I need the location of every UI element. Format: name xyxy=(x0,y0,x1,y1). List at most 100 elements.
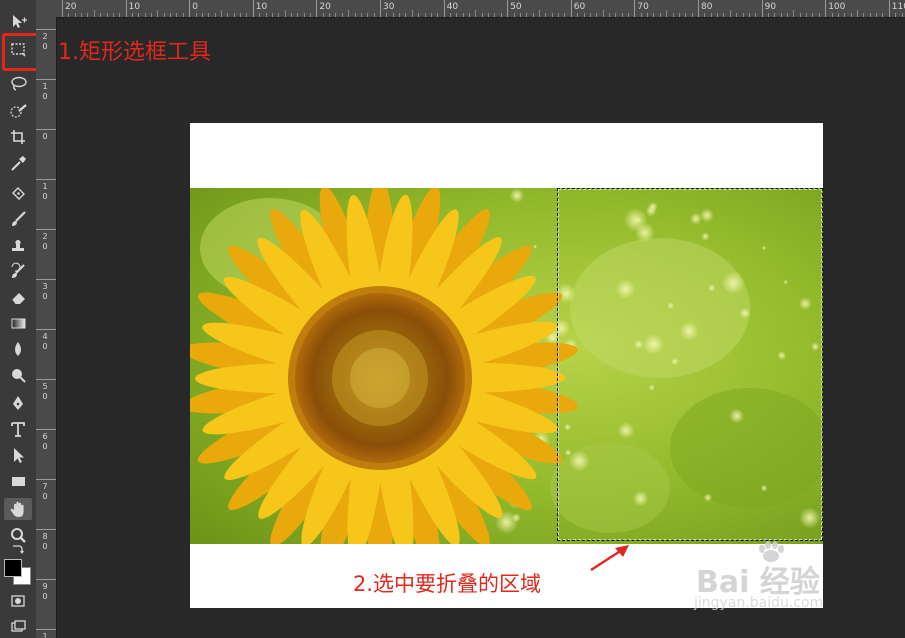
ruler-label: 0 xyxy=(42,592,48,601)
ruler-tick xyxy=(761,0,763,17)
swap-colors-button[interactable] xyxy=(4,538,32,560)
ruler-minor-tick xyxy=(456,13,458,17)
eraser-tool-button[interactable] xyxy=(4,286,32,308)
ruler-minor-tick xyxy=(882,13,884,17)
ruler-minor-tick xyxy=(653,13,655,17)
ruler-minor-tick xyxy=(399,13,401,17)
ruler-minor-tick xyxy=(844,13,846,17)
ruler-minor-tick xyxy=(577,13,579,17)
ruler-label: 0 xyxy=(42,442,48,451)
ruler-minor-tick xyxy=(81,13,83,17)
screen-mode-button[interactable] xyxy=(4,616,32,638)
ruler-label: 2 xyxy=(42,232,48,241)
foreground-color-swatch[interactable] xyxy=(4,559,22,577)
bokeh-light xyxy=(509,188,525,203)
ruler-minor-tick xyxy=(876,13,878,17)
bokeh-light xyxy=(533,244,538,249)
ruler-minor-tick xyxy=(93,10,95,17)
ruler-minor-tick xyxy=(246,13,248,17)
ruler-minor-tick xyxy=(112,13,114,17)
vertical-ruler[interactable]: 2010010203040506070809010 xyxy=(36,17,57,638)
spot-healing-tool-button[interactable] xyxy=(4,182,32,204)
clone-stamp-tool-button[interactable] xyxy=(4,234,32,256)
pen-icon xyxy=(13,396,23,410)
ruler-minor-tick xyxy=(119,13,121,17)
ruler-minor-tick xyxy=(449,13,451,17)
ruler-minor-tick xyxy=(278,13,280,17)
ruler-minor-tick xyxy=(793,10,795,17)
ruler-label: 10 xyxy=(255,2,268,12)
ruler-minor-tick xyxy=(736,13,738,17)
ruler-tick xyxy=(36,179,56,180)
ruler-minor-tick xyxy=(685,13,687,17)
ruler-minor-tick xyxy=(259,13,261,17)
ruler-minor-tick xyxy=(806,13,808,17)
quick-mask-icon xyxy=(11,595,25,607)
ruler-minor-tick xyxy=(367,13,369,17)
ruler-label: 0 xyxy=(42,42,48,51)
horizontal-ruler[interactable]: 20100102030405060708090100110 xyxy=(56,0,905,18)
ruler-label: 0 xyxy=(42,132,48,141)
path-selection-tool-button[interactable] xyxy=(4,444,32,466)
ruler-origin[interactable] xyxy=(36,0,57,18)
ruler-label: 7 xyxy=(42,482,48,491)
ruler-minor-tick xyxy=(240,13,242,17)
ruler-label: 5 xyxy=(42,382,48,391)
ruler-minor-tick xyxy=(157,10,159,17)
ruler-minor-tick xyxy=(360,13,362,17)
quick-mask-button[interactable] xyxy=(4,590,32,612)
eraser-icon xyxy=(11,293,25,305)
ruler-minor-tick xyxy=(850,13,852,17)
gradient-tool-button[interactable] xyxy=(4,312,32,334)
ruler-label: 2 xyxy=(42,32,48,41)
ruler-minor-tick xyxy=(602,10,604,17)
ruler-label: 90 xyxy=(764,2,777,12)
ruler-minor-tick xyxy=(68,13,70,17)
ruler-label: 80 xyxy=(701,2,713,12)
ruler-tick xyxy=(189,0,191,17)
dodge-tool-button[interactable] xyxy=(4,364,32,386)
lasso-tool-button[interactable] xyxy=(4,72,32,94)
history-brush-tool-button[interactable] xyxy=(4,260,32,282)
ruler-minor-tick xyxy=(901,13,903,17)
ruler-minor-tick xyxy=(424,13,426,17)
crop-tool-button[interactable] xyxy=(4,126,32,148)
hand-icon xyxy=(10,501,24,517)
ruler-minor-tick xyxy=(233,13,235,17)
type-icon xyxy=(11,422,25,437)
lasso-icon xyxy=(11,76,27,91)
ruler-tick xyxy=(36,479,56,480)
rectangle-tool-button[interactable] xyxy=(4,470,32,492)
ruler-minor-tick xyxy=(411,10,413,17)
eyedropper-tool-button[interactable] xyxy=(4,152,32,174)
ruler-tick xyxy=(36,29,56,30)
ruler-label: 8 xyxy=(42,532,48,541)
ruler-minor-tick xyxy=(869,13,871,17)
ruler-minor-tick xyxy=(640,13,642,17)
ruler-minor-tick xyxy=(106,13,108,17)
ruler-tick xyxy=(380,0,381,17)
ruler-label: 1 xyxy=(42,632,48,638)
pen-tool-button[interactable] xyxy=(4,392,32,414)
ruler-tick xyxy=(698,0,699,17)
move-tool-button[interactable] xyxy=(4,10,32,32)
ruler-tick xyxy=(316,0,318,17)
ruler-minor-tick xyxy=(704,13,706,17)
ruler-minor-tick xyxy=(100,13,102,17)
ruler-minor-tick xyxy=(430,13,432,17)
hand-tool-button[interactable] xyxy=(4,498,32,520)
brush-tool-button[interactable] xyxy=(4,208,32,230)
ruler-label: 0 xyxy=(192,2,198,12)
quick-selection-tool-button[interactable] xyxy=(4,100,32,122)
ruler-tick xyxy=(36,579,56,580)
type-tool-button[interactable] xyxy=(4,418,32,440)
rectangle-icon xyxy=(12,477,25,486)
marquee-selection[interactable] xyxy=(557,188,823,541)
ruler-minor-tick xyxy=(755,13,757,17)
blur-tool-button[interactable] xyxy=(4,338,32,360)
ruler-minor-tick xyxy=(589,13,591,17)
ruler-minor-tick xyxy=(621,13,623,17)
ruler-minor-tick xyxy=(818,13,820,17)
ruler-minor-tick xyxy=(462,13,464,17)
ruler-minor-tick xyxy=(787,13,789,17)
